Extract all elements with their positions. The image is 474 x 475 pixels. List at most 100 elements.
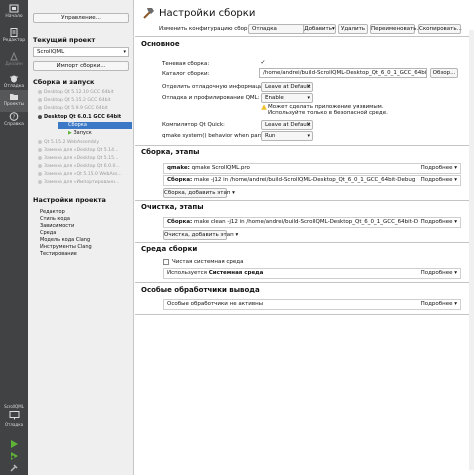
kit-selector[interactable]: ScrollQML Отладка xyxy=(0,404,28,427)
project-combo[interactable]: ScrollQML ▾ xyxy=(33,47,129,57)
project-setting-item[interactable]: Стиль кода xyxy=(40,216,70,223)
kit-build-settings[interactable]: Сборка xyxy=(58,122,132,129)
kit-item-label: Замена для «Desktop Qt 5.14... xyxy=(44,148,119,153)
build-step-qmake[interactable]: qmake: qmake ScrollQML.pro Подробнее ▾ xyxy=(163,163,461,174)
chevron-down-icon: ▾ xyxy=(454,177,457,183)
browse-button[interactable]: Обзор... xyxy=(430,68,458,78)
add-config-label: Добавить xyxy=(304,26,332,32)
rename-config-button[interactable]: Переименовать... xyxy=(370,24,422,34)
chevron-down-icon: ▾ xyxy=(454,301,457,307)
kit-item[interactable]: Desktop Qt 5.15.2 GCC 64bit xyxy=(38,97,132,104)
project-setting-item[interactable]: Модель кода Clang xyxy=(40,237,90,244)
mode-bar: Начало Редактор Дизайн Отладка Проекты ?… xyxy=(0,0,28,475)
clone-config-button[interactable]: Скопировать... xyxy=(418,24,462,34)
env-details-toggle[interactable]: Подробнее ▾ xyxy=(417,269,457,278)
kit-status-icon xyxy=(38,139,42,144)
output-parsers-heading: Особые обработчики вывода xyxy=(141,286,260,294)
kit-item-label: Desktop Qt 5.15.2 GCC 64bit xyxy=(44,98,111,103)
kit-status-icon xyxy=(38,105,42,110)
kit-item[interactable]: Замена для «Desktop Qt 5.15... xyxy=(38,155,132,162)
kit-item-current[interactable]: Desktop Qt 6.0.1 GCC 64bit xyxy=(38,114,132,121)
editor-icon xyxy=(10,28,18,37)
mode-debug-label: Отладка xyxy=(3,84,25,89)
step-details-toggle[interactable]: Подробнее ▾ xyxy=(417,218,457,227)
divider xyxy=(135,282,474,283)
mode-projects[interactable]: Проекты xyxy=(0,90,28,112)
qtquick-compiler-combo[interactable]: Leave at Default ▾ xyxy=(261,120,313,130)
qmake-system-value: Run xyxy=(265,133,276,139)
mode-help[interactable]: ? Справка xyxy=(0,110,28,132)
kit-status-icon xyxy=(38,155,42,160)
details-label: Подробнее xyxy=(420,219,453,225)
mode-editor-label: Редактор xyxy=(2,38,26,43)
kit-item[interactable]: Qt 5.15.2 WebAssembly xyxy=(38,139,132,146)
kit-mode-label: Отладка xyxy=(4,422,24,427)
qml-debug-combo[interactable]: Enable ▾ xyxy=(261,93,313,103)
kit-run-settings[interactable]: ▶ Запуск xyxy=(64,130,132,137)
kit-item-label: Qt 5.15.2 WebAssembly xyxy=(44,140,100,145)
details-label: Подробнее xyxy=(420,177,453,183)
qtquick-compiler-value: Leave at Default xyxy=(265,122,311,128)
mode-welcome[interactable]: Начало xyxy=(0,2,28,24)
build-step-make[interactable]: Сборка: make -j12 in /home/andrei/build-… xyxy=(163,175,461,186)
run-icon[interactable] xyxy=(9,439,19,449)
env-used-name: Системная среда xyxy=(208,270,264,276)
chevron-down-icon: ▾ xyxy=(454,165,457,171)
step-summary: qmake ScrollQML.pro xyxy=(189,165,250,171)
mode-design-label: Дизайн xyxy=(5,62,23,67)
step-kind: qmake: xyxy=(167,165,190,171)
chevron-down-icon: ▾ xyxy=(123,49,126,55)
build-dir-input[interactable]: /home/andrei/build-ScrollQML-Desktop_Qt_… xyxy=(259,68,427,78)
kit-item[interactable]: Замена для «Импортированн... xyxy=(38,179,132,186)
details-label: Подробнее xyxy=(420,301,453,307)
add-config-button[interactable]: Добавить▾ xyxy=(303,24,336,34)
add-clean-step-button[interactable]: Очистка, добавить этап ▾ xyxy=(163,230,238,240)
manage-kits-button[interactable]: Управление... xyxy=(33,13,129,23)
output-parsers-summary[interactable]: Особые обработчики не активны Подробнее … xyxy=(163,299,461,310)
build-icon[interactable] xyxy=(9,463,19,473)
separate-debug-combo[interactable]: Leave at Default ▾ xyxy=(261,82,313,92)
scrollbar[interactable] xyxy=(469,30,474,470)
project-setting-item[interactable]: Инструменты Clang xyxy=(40,244,92,251)
step-details-toggle[interactable]: Подробнее ▾ xyxy=(417,176,457,185)
add-build-step-button[interactable]: Сборка, добавить этап ▾ xyxy=(163,188,235,198)
kit-item[interactable]: Замена для «Desktop Qt 6.0.0... xyxy=(38,163,132,170)
mode-design[interactable]: Дизайн xyxy=(0,50,28,72)
play-icon: ▶ xyxy=(68,130,72,136)
add-build-step-label: Сборка, добавить этап xyxy=(164,190,231,196)
project-setting-item[interactable]: Среда xyxy=(40,230,56,237)
kit-status-icon xyxy=(38,97,42,102)
project-setting-item[interactable]: Редактор xyxy=(40,209,65,216)
mode-editor[interactable]: Редактор xyxy=(0,26,28,48)
clear-env-checkbox[interactable] xyxy=(163,259,169,265)
project-setting-item[interactable]: Зависимости xyxy=(40,223,74,230)
build-env-summary[interactable]: Используется Системная среда Подробнее ▾ xyxy=(163,268,461,279)
qml-debug-value: Enable xyxy=(265,95,284,101)
kit-item[interactable]: Desktop Qt 5.12.10 GCC 64bit xyxy=(38,89,132,96)
parsers-details-toggle[interactable]: Подробнее ▾ xyxy=(417,300,457,309)
details-label: Подробнее xyxy=(420,165,453,171)
clean-step-make[interactable]: Сборка: make clean -j12 in /home/andrei/… xyxy=(163,217,461,228)
kit-item[interactable]: Замена для «Desktop Qt 5.14... xyxy=(38,147,132,154)
chevron-down-icon: ▾ xyxy=(454,219,457,225)
kit-item-label: Замена для «Desktop Qt 5.15... xyxy=(44,156,119,161)
general-heading: Основное xyxy=(141,40,180,48)
mode-help-label: Справка xyxy=(4,122,24,127)
clean-steps-heading: Очистка, этапы xyxy=(141,203,204,211)
remove-config-button[interactable]: Удалить xyxy=(338,24,368,34)
debug-run-icon[interactable] xyxy=(9,451,19,461)
step-details-toggle[interactable]: Подробнее ▾ xyxy=(417,164,457,173)
run-sub-label: Запуск xyxy=(73,130,92,136)
kit-item-label: Замена для «Qt 5.15.0 WebAss... xyxy=(44,172,122,177)
help-icon: ? xyxy=(9,112,19,121)
mode-welcome-label: Начало xyxy=(5,14,23,19)
kit-item[interactable]: Замена для «Qt 5.15.0 WebAss... xyxy=(38,171,132,178)
divider xyxy=(135,200,474,201)
import-build-button[interactable]: Импорт сборки... xyxy=(33,61,129,71)
qmake-system-combo[interactable]: Run ▾ xyxy=(261,131,313,141)
chevron-down-icon: ▾ xyxy=(232,190,235,196)
shadow-build-checkbox[interactable]: ✓ xyxy=(260,60,266,66)
clear-env-label: Чистая системная среда xyxy=(172,259,244,265)
kit-item[interactable]: Desktop Qt 5.9.9 GCC 64bit xyxy=(38,105,132,112)
project-setting-item[interactable]: Тестирование xyxy=(40,251,77,258)
